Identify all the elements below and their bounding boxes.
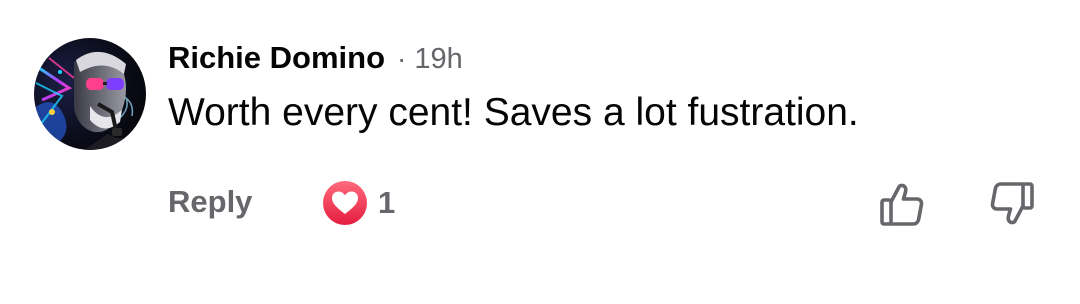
reaction-summary[interactable]: 1 <box>322 180 395 226</box>
love-icon <box>323 181 367 225</box>
comment-header: Richie Domino · 19h <box>168 40 463 80</box>
avatar-image <box>34 38 146 150</box>
reply-button[interactable]: Reply <box>168 184 252 220</box>
upvote-button[interactable] <box>876 178 928 230</box>
thumbs-up-icon <box>880 183 924 226</box>
reaction-count: 1 <box>378 185 396 220</box>
thumbs-down-icon <box>990 182 1034 225</box>
separator-dot: · <box>397 43 407 74</box>
author-name[interactable]: Richie Domino <box>168 40 385 76</box>
comment: Richie Domino · 19h Worth every cent! Sa… <box>0 0 1080 304</box>
timestamp[interactable]: 19h <box>414 43 462 76</box>
downvote-button[interactable] <box>986 178 1038 230</box>
comment-text: Worth every cent! Saves a lot fustration… <box>168 91 859 134</box>
avatar[interactable] <box>34 38 146 150</box>
